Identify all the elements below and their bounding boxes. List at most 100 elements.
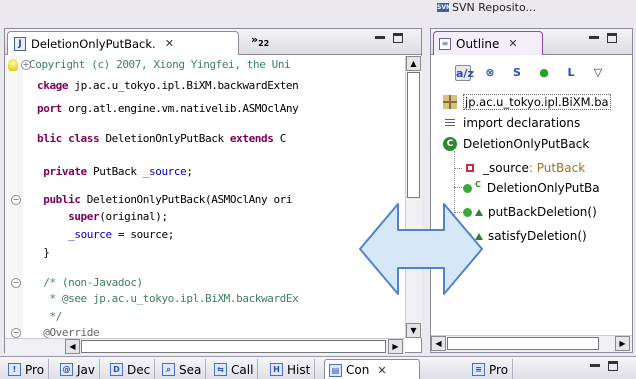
tab-problems[interactable]: ! Pro bbox=[4, 359, 50, 379]
code-token: super bbox=[37, 210, 100, 223]
scroll-right-icon[interactable]: ▶ bbox=[388, 339, 403, 354]
scroll-up-icon[interactable]: ▲ bbox=[406, 56, 421, 71]
outline-item-label: import declarations bbox=[463, 116, 581, 130]
outline-item-class[interactable]: C DeletionOnlyPutBack bbox=[443, 135, 633, 153]
code-token: * @see jp.ac.u_tokyo.ipl.BiXM.backwardEx bbox=[37, 292, 299, 305]
overflow-count: 22 bbox=[258, 39, 270, 49]
code-token: */ bbox=[37, 310, 62, 323]
code-line[interactable]: } bbox=[37, 244, 405, 262]
outline-item-label: jp.ac.u_tokyo.ipl.BiXM.ba bbox=[463, 94, 611, 110]
code-line[interactable]: public DeletionOnlyPutBack(ASMOclAny ori bbox=[37, 191, 405, 209]
minimize-icon[interactable] bbox=[590, 364, 600, 367]
maximize-icon[interactable] bbox=[607, 33, 617, 43]
code-token: org.atl.engine.vm.nativelib.ASMOclAny bbox=[68, 102, 299, 115]
bottom-window-controls bbox=[590, 361, 618, 371]
code-token: extends bbox=[229, 132, 274, 145]
editor-window-controls bbox=[375, 33, 403, 43]
outline-item-type: : PutBack bbox=[528, 161, 586, 175]
close-icon[interactable]: ✕ bbox=[508, 37, 517, 50]
outline-icon: ≡ bbox=[439, 37, 451, 50]
code-token: port bbox=[37, 102, 69, 115]
outline-panel: ≡ Outline ✕ a/z ⊗ S ● L ▽ jp.ac.u_tokyo.… bbox=[430, 28, 633, 353]
code-line[interactable]: ckage jp.ac.u_tokyo.ipl.BiXM.backwardExt… bbox=[37, 77, 405, 95]
tab-search[interactable]: ⌕ Sea bbox=[158, 359, 207, 379]
hide-local-types-icon[interactable]: L bbox=[563, 65, 579, 81]
code-token: = source; bbox=[111, 228, 174, 241]
code-line[interactable]: Copyright (c) 2007, Xiong Yingfei, the U… bbox=[29, 56, 399, 74]
outline-window-controls bbox=[589, 33, 617, 43]
outline-item-method[interactable]: satisfyDeletion() bbox=[463, 227, 633, 245]
view-menu-icon[interactable]: ▽ bbox=[590, 65, 606, 81]
scroll-left-icon[interactable]: ◀ bbox=[431, 336, 446, 351]
collapse-icon[interactable]: − bbox=[11, 278, 21, 288]
lightbulb-icon[interactable] bbox=[8, 59, 18, 71]
tab-javadoc[interactable]: @ Jav bbox=[56, 359, 100, 379]
minimize-icon[interactable] bbox=[375, 36, 385, 39]
hide-static-icon[interactable]: S bbox=[509, 65, 525, 81]
console-icon: ▤ bbox=[329, 363, 342, 377]
expand-icon[interactable]: + bbox=[21, 60, 31, 70]
sort-icon[interactable]: a/z bbox=[455, 65, 474, 81]
scroll-thumb[interactable] bbox=[407, 72, 420, 198]
code-line[interactable]: blic class DeletionOnlyPutBack extends C bbox=[37, 130, 405, 148]
outline-item-package[interactable]: jp.ac.u_tokyo.ipl.BiXM.ba bbox=[443, 93, 633, 111]
outline-tabbar: ≡ Outline ✕ bbox=[431, 29, 632, 55]
declaration-icon: D bbox=[110, 363, 123, 376]
collapse-icon[interactable]: − bbox=[11, 195, 21, 205]
tab-history[interactable]: H Hist bbox=[266, 359, 316, 379]
tab-label: Sea bbox=[179, 362, 202, 377]
outline-item-field[interactable]: _source : PutBack bbox=[463, 159, 633, 177]
maximize-icon[interactable] bbox=[393, 33, 403, 43]
scroll-thumb[interactable] bbox=[447, 337, 599, 350]
scroll-thumb[interactable] bbox=[81, 340, 386, 353]
scroll-left-icon[interactable]: ◀ bbox=[65, 339, 80, 354]
code-line[interactable]: port org.atl.engine.vm.nativelib.ASMOclA… bbox=[37, 100, 405, 118]
hide-fields-icon[interactable]: ⊗ bbox=[482, 65, 498, 81]
class-icon: C bbox=[443, 137, 457, 151]
outline-item-imports[interactable]: import declarations bbox=[443, 114, 633, 132]
svn-tab-label: SVN Reposito... bbox=[452, 0, 536, 14]
tab-overflow-button[interactable]: »22 bbox=[251, 33, 269, 48]
outline-horizontal-scrollbar[interactable]: ◀ ▶ bbox=[431, 335, 632, 352]
svn-repositories-tab[interactable]: SVN SVN Reposito... bbox=[434, 0, 636, 14]
code-token: ; bbox=[186, 165, 193, 178]
outline-tab-title: Outline bbox=[456, 36, 500, 51]
hide-nonpublic-icon[interactable]: ● bbox=[536, 65, 552, 81]
code-token: DeletionOnlyPutBack(ASMOclAny ori bbox=[86, 193, 293, 206]
tab-declaration[interactable]: D Dec bbox=[106, 359, 156, 379]
private-field-icon bbox=[466, 164, 474, 172]
tree-guide bbox=[454, 187, 462, 188]
scroll-right-icon[interactable]: ▶ bbox=[615, 336, 630, 351]
javadoc-icon: @ bbox=[60, 363, 73, 376]
scroll-down-icon[interactable]: ▼ bbox=[406, 323, 421, 338]
collapse-icon[interactable]: − bbox=[11, 328, 21, 338]
editor-tab[interactable]: J DeletionOnlyPutBack. ✕ bbox=[7, 31, 239, 55]
outline-item-constructor[interactable]: C DeletionOnlyPutBa bbox=[463, 179, 633, 197]
close-icon[interactable]: ✕ bbox=[377, 364, 386, 377]
outline-item-label: putBackDeletion() bbox=[488, 205, 597, 219]
code-line[interactable]: private PutBack _source; bbox=[37, 163, 405, 181]
outline-item-method[interactable]: putBackDeletion() bbox=[463, 203, 633, 221]
double-headed-arrow-icon bbox=[359, 203, 483, 295]
editor-horizontal-scrollbar[interactable]: ◀ ▶ bbox=[5, 338, 405, 355]
editor-tab-title: DeletionOnlyPutBack. bbox=[31, 36, 156, 51]
minimize-icon[interactable] bbox=[589, 36, 599, 39]
close-icon[interactable]: ✕ bbox=[165, 37, 174, 50]
code-token: public bbox=[37, 193, 87, 206]
tab-progress[interactable]: ≡ Pro bbox=[468, 359, 514, 379]
code-line[interactable]: _source = source; bbox=[37, 226, 405, 244]
tab-label: Hist bbox=[287, 362, 311, 377]
code-line[interactable]: @Override bbox=[37, 324, 405, 338]
maximize-icon[interactable] bbox=[608, 361, 618, 371]
tab-call-hierarchy[interactable]: ⇆ Call bbox=[210, 359, 259, 379]
tab-console[interactable]: ▤ Con ✕ bbox=[324, 359, 420, 379]
outline-tab[interactable]: ≡ Outline ✕ bbox=[433, 31, 543, 55]
constructor-icon: C bbox=[475, 179, 481, 189]
code-editor[interactable]: Copyright (c) 2007, Xiong Yingfei, the U… bbox=[5, 56, 405, 338]
progress-icon: ≡ bbox=[472, 363, 485, 376]
code-line[interactable]: * @see jp.ac.u_tokyo.ipl.BiXM.backwardEx bbox=[37, 290, 405, 308]
public-method-icon bbox=[463, 183, 472, 193]
code-line[interactable]: super(original); bbox=[37, 208, 405, 226]
outline-item-label: DeletionOnlyPutBack bbox=[463, 137, 590, 151]
